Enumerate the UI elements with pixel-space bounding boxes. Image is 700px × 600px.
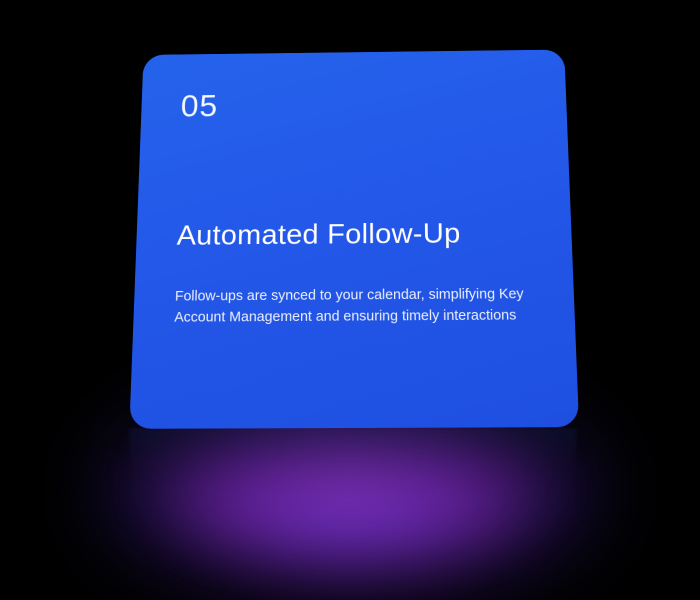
card-reflection — [128, 428, 578, 531]
card-description: Follow-ups are synced to your calendar, … — [174, 284, 534, 330]
card-number: 05 — [180, 86, 527, 125]
card-title: Automated Follow-Up — [176, 217, 531, 252]
feature-card: 05 Automated Follow-Up Follow-ups are sy… — [129, 50, 579, 429]
card-scene: 05 Automated Follow-Up Follow-ups are sy… — [0, 0, 700, 578]
